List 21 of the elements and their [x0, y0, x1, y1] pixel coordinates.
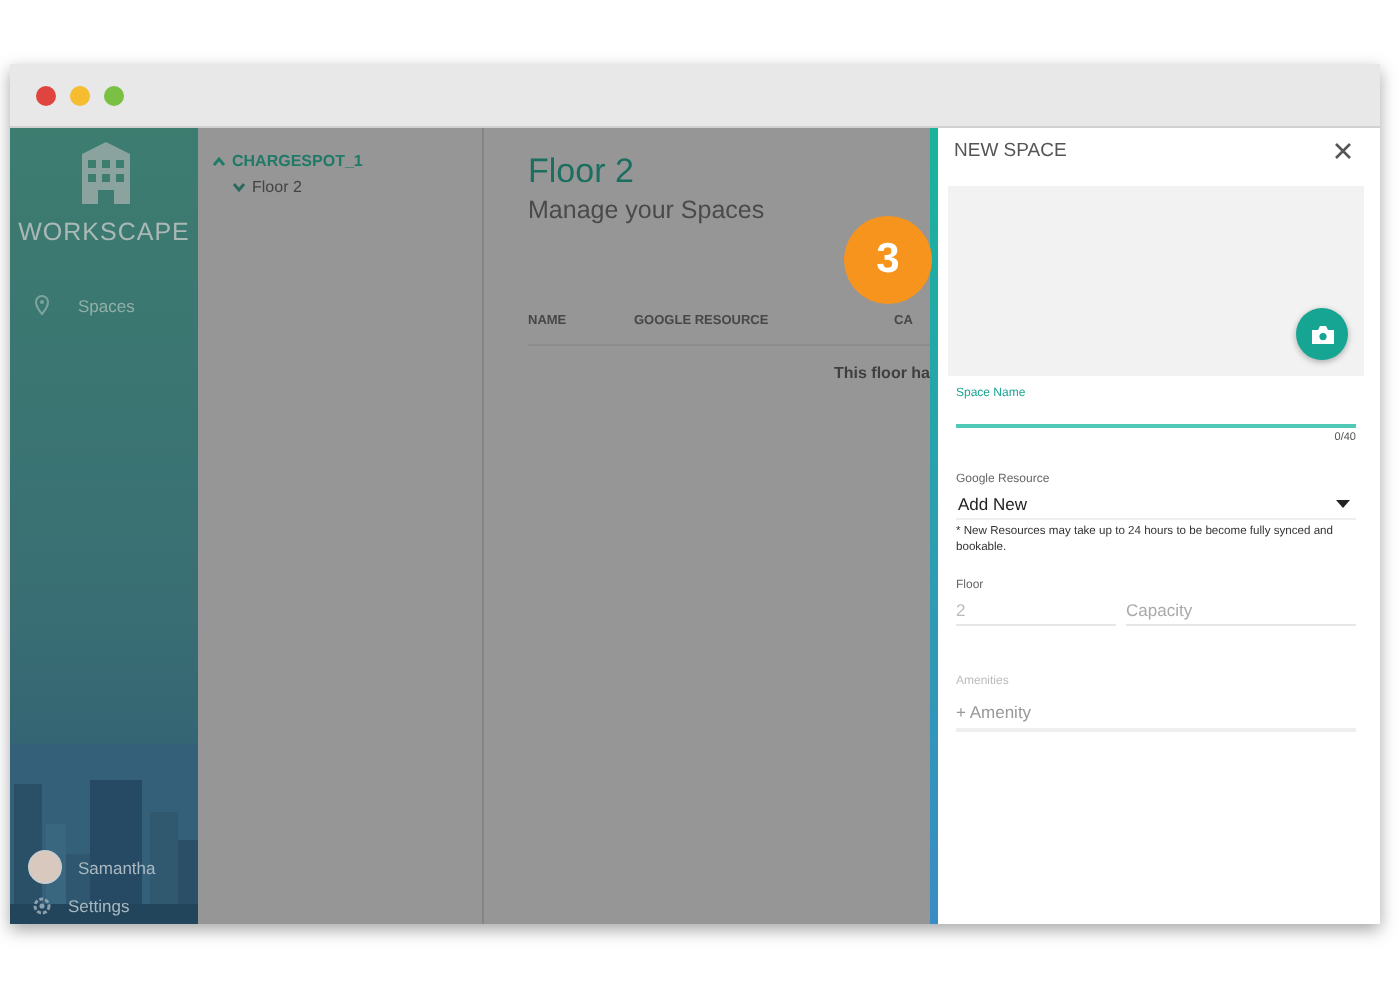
empty-message: This floor ha [834, 364, 930, 382]
camera-icon [1311, 325, 1333, 343]
chevron-down-icon[interactable] [232, 182, 246, 192]
chevron-up-icon[interactable] [212, 156, 226, 166]
camera-button[interactable] [1296, 308, 1348, 360]
dropdown[interactable]: Add New [956, 490, 1356, 520]
settings-link[interactable]: Settings [68, 896, 130, 916]
location-pin-icon [34, 294, 50, 316]
tree-item[interactable]: Floor 2 [252, 178, 302, 196]
window-control[interactable] [36, 85, 56, 105]
settings-icon[interactable] [32, 896, 52, 916]
caret-icon [1336, 500, 1350, 508]
page-subtitle: Manage your Spaces [528, 196, 767, 224]
user-name[interactable]: Samantha [78, 857, 156, 877]
nav-item[interactable]: Spaces [78, 295, 135, 315]
window-control[interactable] [104, 85, 124, 105]
page-title: Floor 2 [528, 152, 636, 192]
brand-name: WORKSCAPE [18, 218, 190, 246]
close-icon[interactable] [1334, 142, 1352, 160]
tree-item[interactable]: CHARGESPOT_1 [232, 152, 363, 170]
panel-title: NEW SPACE [954, 140, 1067, 162]
